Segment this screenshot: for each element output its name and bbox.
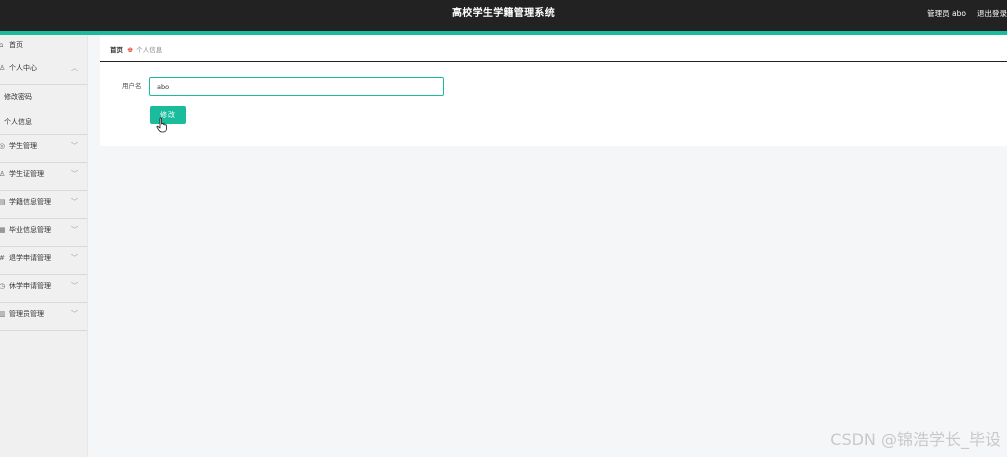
clock-icon: ◷ bbox=[0, 282, 6, 290]
current-user-label: 管理员 abo bbox=[927, 9, 966, 18]
chevron-down-icon: ﹀ bbox=[71, 282, 78, 290]
sidebar-item-withdrawal-application-management[interactable]: # 退学申请管理 ﹀ bbox=[0, 247, 87, 275]
sidebar-item-label: 首页 bbox=[9, 41, 23, 49]
sidebar-subitem-change-password[interactable]: 修改密码 bbox=[0, 85, 87, 110]
home-icon: ⌂ bbox=[0, 41, 4, 49]
sidebar: ⌂ 首页 ♙ 个人中心 ︿ 修改密码 个人信息 ◎ 学生管理 ﹀ ♙ 学生证管理… bbox=[0, 35, 88, 457]
sidebar-item-label: 休学申请管理 bbox=[9, 282, 51, 290]
chevron-down-icon: ﹀ bbox=[71, 170, 78, 178]
chevron-down-icon: ﹀ bbox=[71, 226, 78, 234]
sidebar-item-label: 个人中心 bbox=[9, 64, 37, 72]
file-icon: ▤ bbox=[0, 198, 6, 206]
sidebar-item-graduation-info-management[interactable]: ▦ 毕业信息管理 ﹀ bbox=[0, 219, 87, 247]
breadcrumb-divider bbox=[100, 61, 1007, 62]
user-icon: ♙ bbox=[0, 64, 6, 72]
username-label: 用户名 bbox=[122, 82, 142, 90]
sidebar-item-home[interactable]: ⌂ 首页 bbox=[0, 35, 87, 57]
app-title: 高校学生学籍管理系统 bbox=[452, 8, 555, 19]
username-input[interactable] bbox=[149, 77, 444, 96]
hash-icon: # bbox=[0, 247, 5, 269]
breadcrumb: 首页 ♚ 个人信息 bbox=[110, 44, 162, 56]
card-icon: ♙ bbox=[0, 170, 6, 178]
breadcrumb-home-link[interactable]: 首页 bbox=[110, 46, 123, 54]
sidebar-item-student-management[interactable]: ◎ 学生管理 ﹀ bbox=[0, 135, 87, 163]
hand-cursor-icon bbox=[156, 117, 167, 133]
sidebar-item-label: 学生管理 bbox=[9, 142, 37, 150]
personal-info-panel: 首页♚个人信息 用户名 修改 bbox=[100, 35, 1007, 146]
sidebar-item-label: 个人信息 bbox=[4, 118, 32, 126]
watermark: CSDN @锦浩学长_毕设 bbox=[830, 430, 1001, 449]
admin-icon: ▥ bbox=[0, 310, 6, 318]
sidebar-item-label: 管理员管理 bbox=[9, 310, 44, 318]
chevron-down-icon: ﹀ bbox=[71, 310, 78, 318]
chevron-down-icon: ﹀ bbox=[71, 254, 78, 262]
sidebar-subitem-personal-info[interactable]: 个人信息 bbox=[0, 110, 87, 135]
sidebar-item-enrollment-info-management[interactable]: ▤ 学籍信息管理 ﹀ bbox=[0, 191, 87, 219]
top-header: 高校学生学籍管理系统 管理员 abo 退出登录 bbox=[0, 0, 1007, 31]
student-icon: ◎ bbox=[0, 142, 6, 150]
sidebar-item-label: 学籍信息管理 bbox=[9, 198, 51, 206]
sidebar-item-label: 修改密码 bbox=[4, 93, 32, 101]
sidebar-item-student-card-management[interactable]: ♙ 学生证管理 ﹀ bbox=[0, 163, 87, 191]
sidebar-item-label: 毕业信息管理 bbox=[9, 226, 51, 234]
breadcrumb-current: 个人信息 bbox=[136, 46, 163, 54]
grad-icon: ▦ bbox=[0, 226, 6, 234]
chevron-up-icon: ︿ bbox=[71, 64, 78, 72]
sidebar-item-personal-center[interactable]: ♙ 个人中心 ︿ bbox=[0, 57, 87, 85]
user-area: 管理员 abo 退出登录 bbox=[927, 0, 1007, 31]
chevron-down-icon: ﹀ bbox=[71, 198, 78, 206]
sidebar-item-admin-management[interactable]: ▥ 管理员管理 ﹀ bbox=[0, 303, 87, 331]
chevron-down-icon: ﹀ bbox=[71, 142, 78, 150]
sidebar-item-label: 退学申请管理 bbox=[9, 254, 51, 262]
sidebar-item-label: 学生证管理 bbox=[9, 170, 44, 178]
sidebar-item-suspension-application-management[interactable]: ◷ 休学申请管理 ﹀ bbox=[0, 275, 87, 303]
breadcrumb-separator-icon: ♚ bbox=[127, 46, 134, 54]
logout-link[interactable]: 退出登录 bbox=[977, 9, 1007, 18]
